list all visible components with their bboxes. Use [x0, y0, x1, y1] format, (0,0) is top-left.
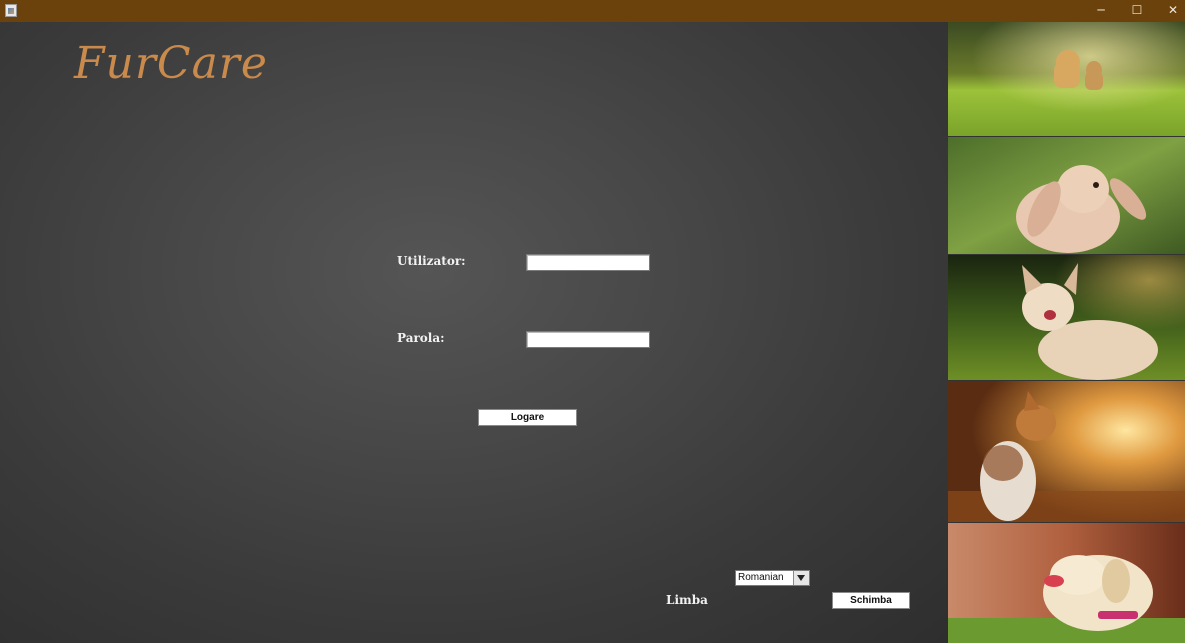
rabbit-photo: [948, 137, 1185, 254]
dogs-photo: [948, 22, 1185, 136]
maximize-button[interactable]: ☐: [1119, 0, 1155, 22]
login-panel: FurCare: [0, 22, 948, 643]
minimize-button[interactable]: ─: [1083, 0, 1119, 22]
change-language-button[interactable]: Schimba: [832, 592, 910, 609]
password-input[interactable]: [526, 331, 650, 348]
language-selected-value: Romanian: [738, 572, 784, 583]
chevron-down-icon[interactable]: [793, 571, 809, 585]
language-select[interactable]: Romanian: [735, 570, 810, 586]
language-label: Limba: [666, 593, 708, 607]
app-icon: [5, 4, 17, 17]
brand-logo: FurCare: [74, 38, 268, 89]
password-label: Parola:: [397, 331, 445, 345]
login-button[interactable]: Logare: [478, 409, 577, 426]
cat-sunset-photo: [948, 381, 1185, 522]
username-label: Utilizator:: [397, 254, 466, 268]
title-bar: ─ ☐ ✕: [0, 0, 1185, 22]
close-button[interactable]: ✕: [1155, 0, 1185, 22]
kitten-photo: [948, 255, 1185, 380]
pet-photo-column: [948, 22, 1185, 643]
labrador-photo: [948, 523, 1185, 643]
username-input[interactable]: [526, 254, 650, 271]
